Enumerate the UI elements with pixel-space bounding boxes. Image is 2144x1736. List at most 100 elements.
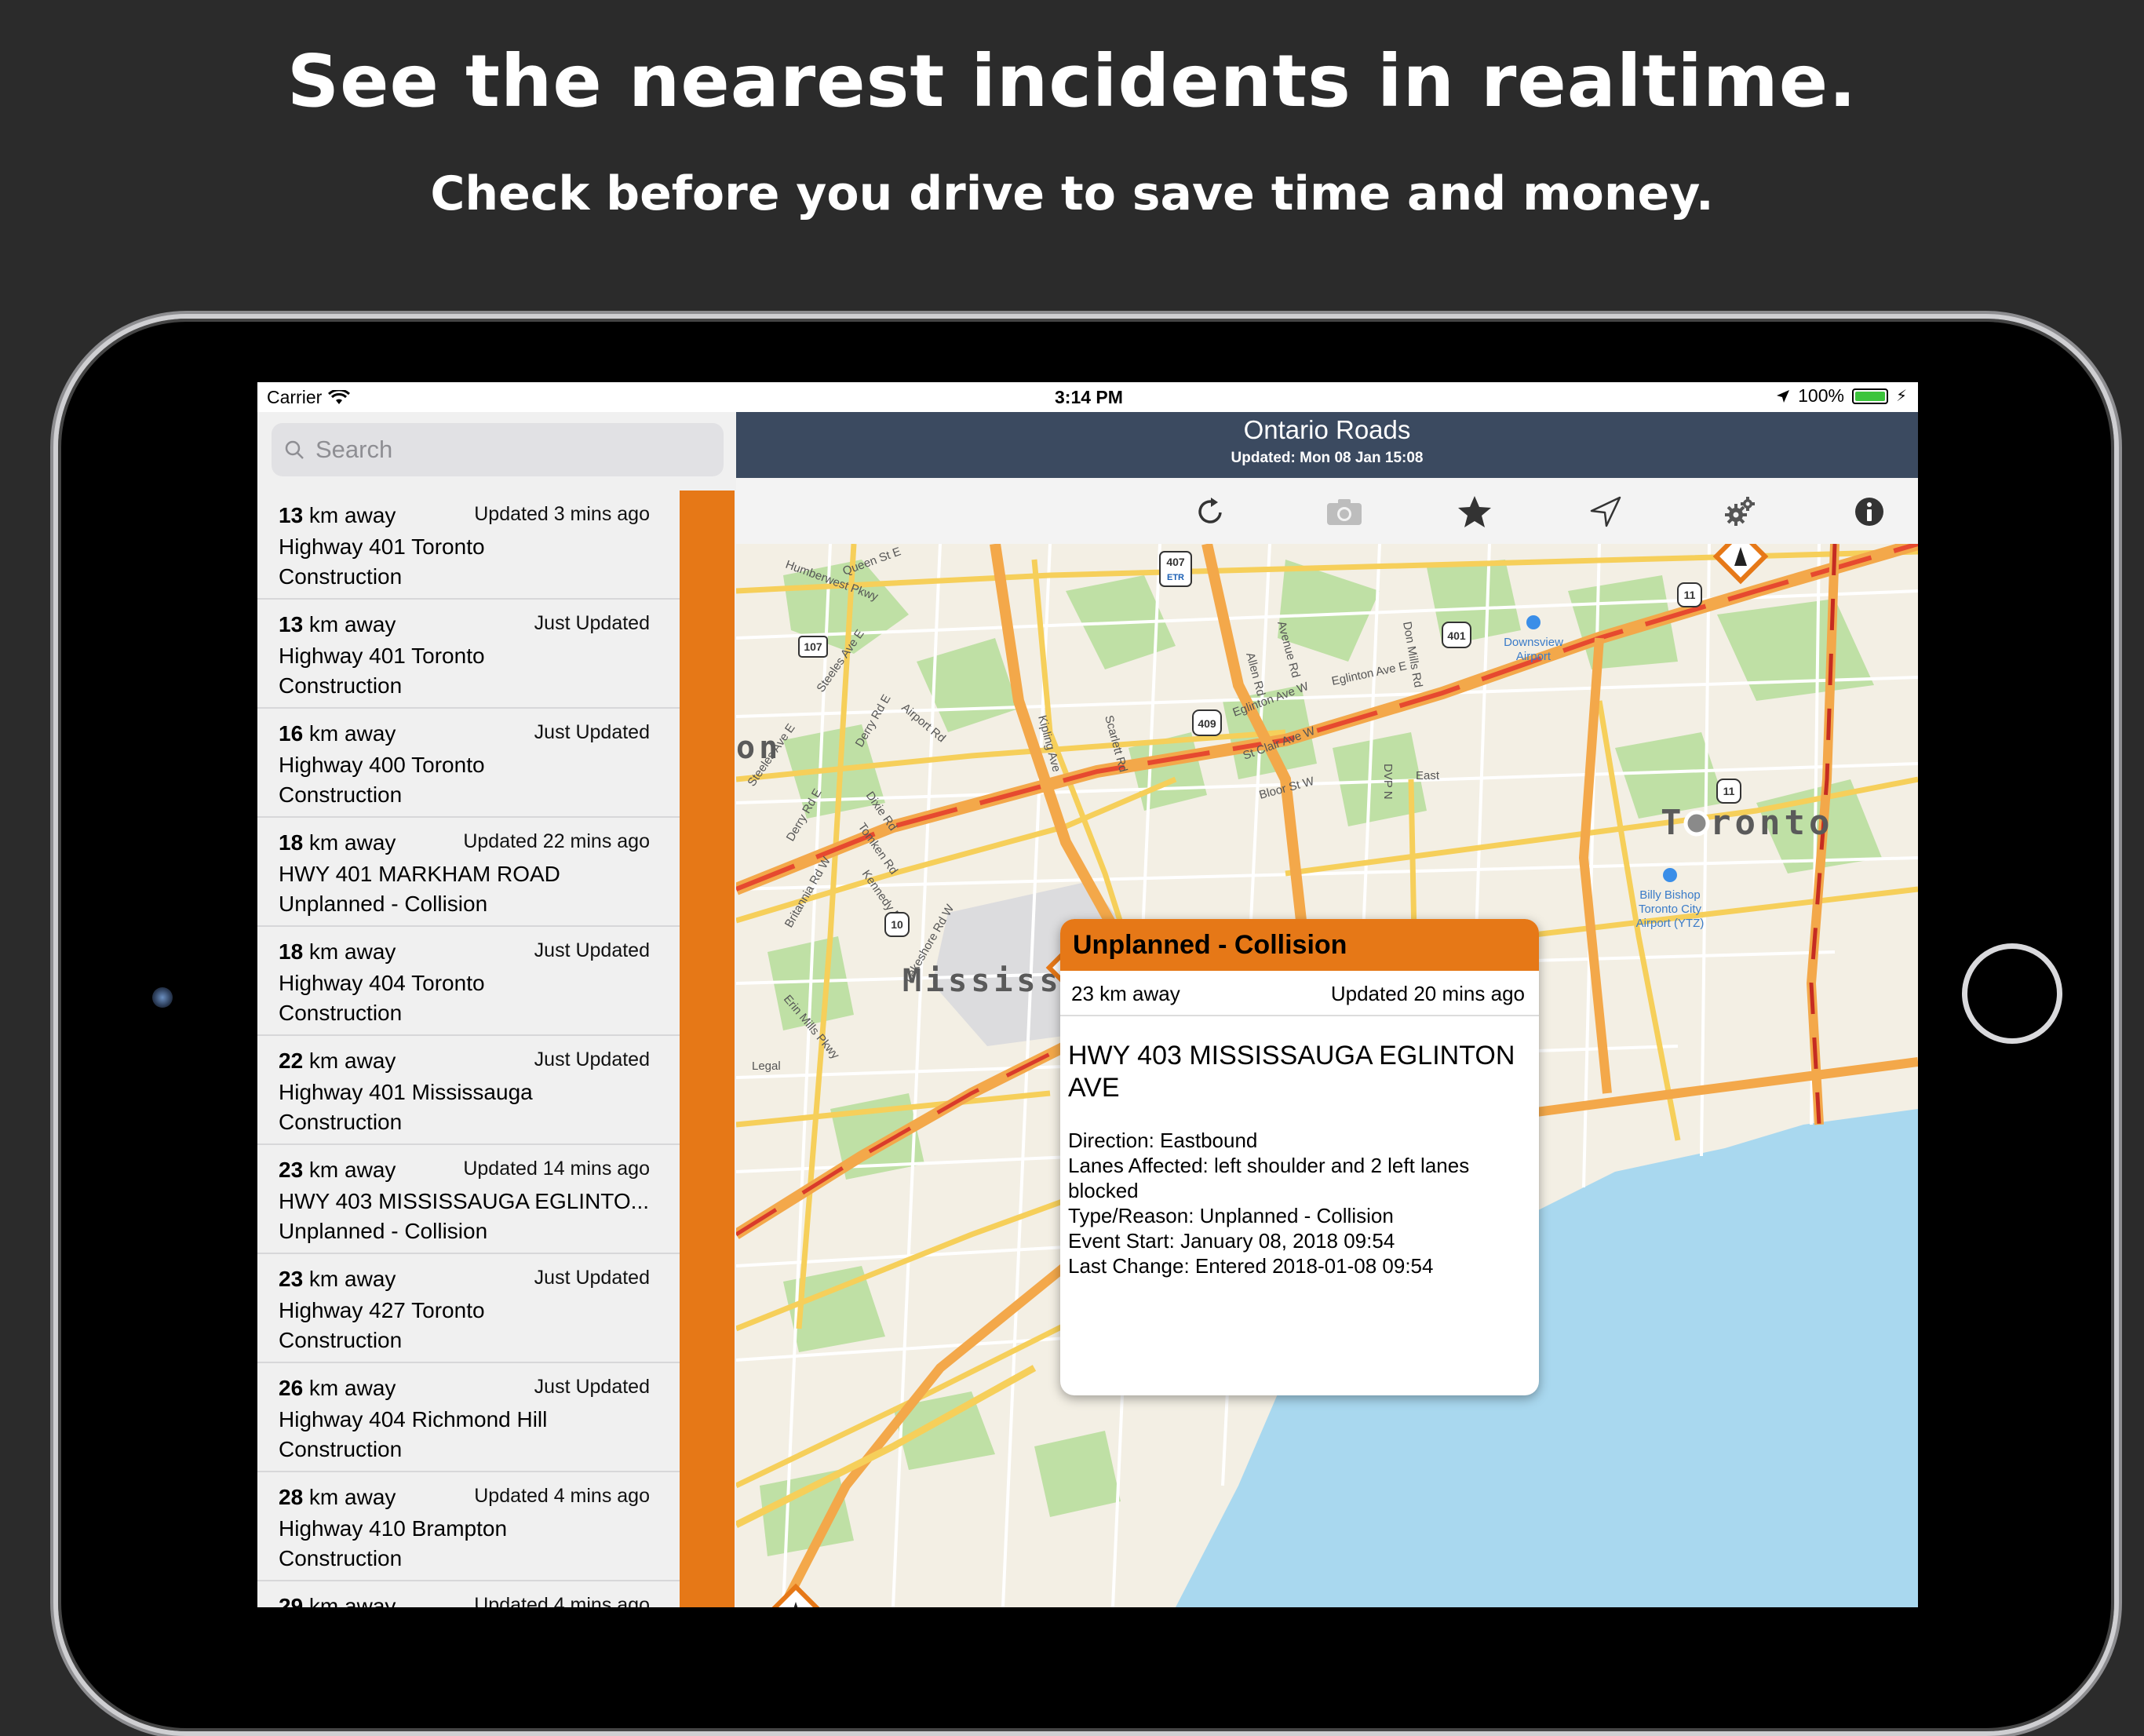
search-icon [285, 440, 304, 459]
incident-type: Construction [279, 1437, 403, 1461]
location-button[interactable] [1586, 492, 1625, 531]
airport-downsview-icon [1526, 615, 1541, 629]
info-button[interactable] [1850, 492, 1889, 531]
incident-row[interactable]: 28 km away Updated 4 mins ago Highway 410 … [257, 1472, 680, 1581]
carrier-indicator: Carrier [267, 387, 351, 408]
sidebar-accent-strip [680, 491, 735, 1607]
search-placeholder: Search [315, 436, 393, 463]
carrier-label: Carrier [267, 387, 323, 407]
refresh-icon [1198, 498, 1222, 523]
promo-subheadline: Check before you drive to save time and … [430, 166, 1714, 221]
incident-row[interactable]: 18 km away Updated 22 mins ago HWY 401 MAR… [257, 818, 680, 927]
popup-road: HWY 403 MISSISSAUGA EGLINTON AVE [1068, 1041, 1515, 1103]
incident-updated: Updated 14 mins ago [463, 1158, 650, 1180]
shield-10-num: 10 [891, 918, 903, 931]
camera-button[interactable] [1325, 492, 1364, 531]
status-right: 100% ⚡ [1776, 385, 1907, 407]
incident-updated: Just Updated [534, 721, 650, 743]
settings-button[interactable] [1721, 492, 1760, 531]
incident-type: Construction [279, 673, 403, 698]
incident-distance: 16 km away [279, 721, 396, 746]
incident-type: Construction [279, 1546, 403, 1570]
airport-billy-3: Airport (YTZ) [1636, 917, 1705, 930]
user-location-dot [1683, 810, 1710, 837]
incident-updated: Just Updated [534, 1049, 650, 1070]
ipad-camera [152, 987, 173, 1008]
incident-distance: 28 km away [279, 1485, 396, 1509]
incident-distance: 22 km away [279, 1049, 396, 1073]
map-legal-link[interactable]: Legal [752, 1059, 781, 1073]
incident-title: Highway 400 Toronto [279, 753, 485, 777]
incident-type: Construction [279, 782, 403, 807]
incident-title: HWY 403 MISSISSAUGA EGLINTO... [279, 1189, 650, 1213]
incident-title: HWY 401 MARKHAM ROAD [279, 862, 560, 886]
incident-title: Highway 401 Mississauga [279, 1080, 533, 1104]
incident-distance: 23 km away [279, 1267, 396, 1291]
status-bar: Carrier 3:14 PM 100% ⚡ [257, 382, 1918, 412]
battery-percent: 100% [1798, 385, 1844, 406]
incident-list: 13 km away Updated 3 mins ago Highway 401 … [257, 491, 680, 1607]
incident-row[interactable]: 13 km away Updated 3 mins ago Highway 401 … [257, 491, 680, 600]
status-time: 3:14 PM [1055, 387, 1123, 407]
incident-updated: Just Updated [534, 1376, 650, 1398]
charging-icon: ⚡ [1895, 388, 1907, 405]
incident-row[interactable]: 23 km away Updated 14 mins ago HWY 403 MIS… [257, 1145, 680, 1254]
incident-title: Highway 410 Brampton [279, 1516, 508, 1541]
favorites-button[interactable] [1455, 492, 1494, 531]
incident-type: Construction [279, 1328, 403, 1352]
star-icon [1458, 496, 1491, 527]
incident-distance: 18 km away [279, 830, 396, 855]
shield-407-etr: ETR [1167, 573, 1184, 582]
incident-updated: Just Updated [534, 1267, 650, 1289]
incident-row[interactable]: 13 km away Just Updated Highway 401 Toront… [257, 600, 680, 709]
incident-updated: Just Updated [534, 612, 650, 634]
wifi-icon [328, 389, 351, 404]
airport-billy-2: Toronto City [1639, 903, 1702, 916]
incident-distance: 23 km away [279, 1158, 396, 1182]
incident-row[interactable]: 23 km away Just Updated Highway 427 Toront… [257, 1254, 680, 1363]
airport-downsview-2: Airport [1516, 650, 1551, 663]
shield-401-num: 401 [1447, 629, 1466, 642]
incident-type: Construction [279, 1001, 403, 1025]
incident-updated: Updated 4 mins ago [474, 1594, 650, 1607]
airport-billy-1: Billy Bishop [1639, 888, 1701, 902]
refresh-button[interactable] [1191, 492, 1231, 531]
shield-107-num: 107 [804, 640, 822, 653]
popup-detail-line: Event Start: January 08, 2018 09:54 [1068, 1229, 1395, 1253]
incident-title: Highway 427 Toronto [279, 1298, 485, 1322]
location-arrow-icon [1590, 496, 1621, 527]
incident-row[interactable]: 26 km away Just Updated Highway 404 Richmo… [257, 1363, 680, 1472]
incident-row[interactable]: 22 km away Just Updated Highway 401 Missis… [257, 1036, 680, 1145]
incident-type: Unplanned - Collision [279, 892, 488, 916]
incident-row[interactable]: 29 km away Updated 4 mins ago [257, 1581, 680, 1607]
incident-row[interactable]: 18 km away Just Updated Highway 404 Toront… [257, 927, 680, 1036]
incident-distance: 26 km away [279, 1376, 396, 1400]
incident-distance: 29 km away [279, 1594, 396, 1607]
incident-row[interactable]: 16 km away Just Updated Highway 400 Toront… [257, 709, 680, 818]
shield-409-num: 409 [1198, 717, 1216, 730]
search-input[interactable]: Search [272, 423, 724, 476]
incident-updated: Updated 3 mins ago [474, 503, 650, 525]
incident-distance: 13 km away [279, 612, 396, 636]
incident-type: Construction [279, 1110, 403, 1134]
popup-detail-line: Direction: Eastbound [1068, 1129, 1258, 1152]
info-icon [1855, 498, 1883, 526]
toolbar [736, 478, 1918, 545]
camera-icon [1327, 499, 1362, 525]
city-label-partial: on [736, 730, 782, 766]
shield-11b-num: 11 [1723, 785, 1735, 797]
popup-detail-line: Last Change: Entered 2018-01-08 09:54 [1068, 1254, 1434, 1278]
incident-updated: Just Updated [534, 939, 650, 961]
location-services-icon [1777, 389, 1790, 403]
popup-detail-line: Lanes Affected: left shoulder and 2 left… [1068, 1154, 1470, 1202]
incident-type: Construction [279, 564, 403, 589]
incident-distance: 18 km away [279, 939, 396, 964]
incident-updated: Updated 4 mins ago [474, 1485, 650, 1507]
home-button[interactable] [1962, 943, 2062, 1044]
incident-title: Highway 401 Toronto [279, 534, 485, 559]
nav-bar: Ontario Roads Updated: Mon 08 Jan 15:08 [736, 412, 1918, 478]
popup-updated: Updated 20 mins ago [1330, 982, 1525, 1005]
road-label-dvp: DVP N [1381, 764, 1395, 800]
road-label-east: East [1416, 769, 1440, 782]
incident-popup[interactable]: Unplanned - Collision 23 km away Updated… [1060, 919, 1539, 1395]
